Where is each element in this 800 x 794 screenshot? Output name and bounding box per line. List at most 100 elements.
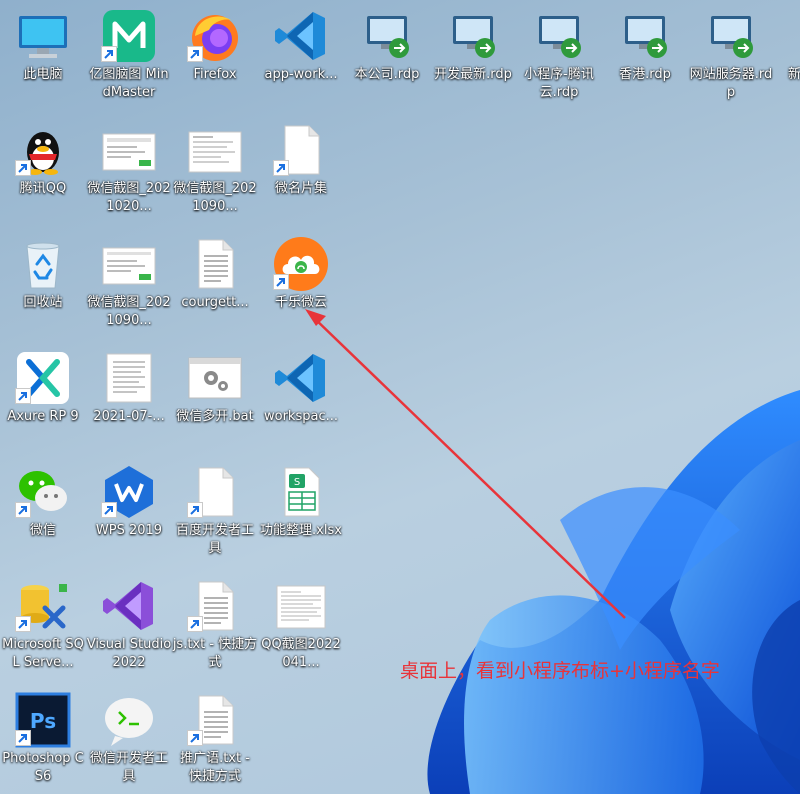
- desktop-icon-qq-screenshot[interactable]: QQ截图2022041...: [258, 572, 344, 680]
- desktop-icon-mindmaster[interactable]: 亿图脑图 MindMaster: [86, 2, 172, 110]
- remote-desktop-icon: [445, 8, 501, 64]
- desktop-icon-label: 推广语.txt - 快捷方式: [180, 751, 250, 784]
- vscode-icon: [273, 350, 329, 406]
- desktop-icon-this-pc[interactable]: 此电脑: [0, 2, 86, 110]
- shortcut-arrow-icon: [15, 616, 31, 632]
- image-thumbnail-icon: [101, 122, 157, 178]
- shortcut-arrow-icon: [187, 730, 203, 746]
- desktop-icon-rdp-dev[interactable]: 开发最新.rdp: [430, 2, 516, 110]
- desktop-icon-label: js.txt - 快捷方式: [172, 637, 258, 670]
- remote-desktop-icon: [617, 8, 673, 64]
- desktop-icon-rdp-web[interactable]: 网站服务器.rdp: [688, 2, 774, 110]
- shortcut-arrow-icon: [101, 502, 117, 518]
- desktop-icon-axure[interactable]: Axure RP 9: [0, 344, 86, 452]
- shortcut-arrow-icon: [187, 46, 203, 62]
- desktop-icon-screenshot-3[interactable]: 微信截图_2021090...: [86, 230, 172, 338]
- desktop-icon-label: 微信开发者工具: [89, 751, 168, 784]
- desktop-icon-label: 微信截图_2021020...: [87, 181, 171, 214]
- desktop-icon-rdp-new[interactable]: 新: [774, 2, 800, 110]
- desktop-icon-label: 微信截图_2021090...: [87, 295, 171, 328]
- desktop-icon-screenshot-2[interactable]: 微信截图_2021090...: [172, 116, 258, 224]
- desktop-icon-wps[interactable]: WPS 2019: [86, 458, 172, 566]
- vscode-icon: [273, 8, 329, 64]
- desktop-icon-label: 新: [788, 67, 800, 82]
- desktop-icon-rdp-tencent[interactable]: 小程序-腾讯云.rdp: [516, 2, 602, 110]
- shortcut-arrow-icon: [187, 616, 203, 632]
- shortcut-arrow-icon: [15, 730, 31, 746]
- desktop-icon-screenshot-1[interactable]: 微信截图_2021020...: [86, 116, 172, 224]
- shortcut-arrow-icon: [15, 388, 31, 404]
- desktop-icon-label: courgett...: [181, 295, 249, 310]
- wechat-devtool-icon: [101, 692, 157, 748]
- desktop-icon-label: 功能整理.xlsx: [260, 523, 342, 538]
- desktop-icon-label: app-work...: [264, 67, 338, 82]
- desktop-icon-courgette[interactable]: courgett...: [172, 230, 258, 338]
- desktop-icon-promo-txt[interactable]: 推广语.txt - 快捷方式: [172, 686, 258, 794]
- desktop-icon-recycle-bin[interactable]: 回收站: [0, 230, 86, 338]
- shortcut-arrow-icon: [273, 274, 289, 290]
- desktop-icon-label: Firefox: [193, 67, 237, 82]
- desktop-icon-weiming[interactable]: 微名片集: [258, 116, 344, 224]
- svg-text:Ps: Ps: [30, 709, 56, 733]
- desktop-icon-qq[interactable]: 腾讯QQ: [0, 116, 86, 224]
- desktop-icon-label: Axure RP 9: [7, 409, 79, 424]
- desktop-icon-label: 小程序-腾讯云.rdp: [524, 67, 594, 100]
- shortcut-arrow-icon: [15, 502, 31, 518]
- desktop-icon-sqlserver[interactable]: Microsoft SQL Serve...: [0, 572, 86, 680]
- desktop-icon-workspace[interactable]: workspac...: [258, 344, 344, 452]
- desktop-icon-wechat-devtool[interactable]: 微信开发者工具: [86, 686, 172, 794]
- desktop-icon-wechat[interactable]: 微信: [0, 458, 86, 566]
- desktop-icon-label: 千乐微云: [274, 295, 327, 310]
- image-thumbnail-icon: [101, 236, 157, 292]
- desktop-icon-label: WPS 2019: [95, 523, 163, 538]
- desktop-icon-label: 微名片集: [274, 181, 327, 196]
- desktop-icon-label: 开发最新.rdp: [434, 67, 512, 82]
- desktop-icon-label: Visual Studio 2022: [86, 637, 172, 670]
- desktop-icon-vscode-app[interactable]: app-work...: [258, 2, 344, 110]
- desktop-icon-func-xlsx[interactable]: S 功能整理.xlsx: [258, 458, 344, 566]
- desktop-icon-wechat-bat[interactable]: 微信多开.bat: [172, 344, 258, 452]
- desktop-icon-label: 腾讯QQ: [19, 181, 67, 196]
- desktop-icon-js-txt[interactable]: js.txt - 快捷方式: [172, 572, 258, 680]
- visual-studio-icon: [101, 578, 157, 634]
- annotation-text: 桌面上，看到小程序布标+小程序名字: [400, 660, 720, 682]
- desktop-icon-label: 微信多开.bat: [176, 409, 254, 424]
- desktop-icon-label: 香港.rdp: [619, 67, 671, 82]
- document-thumbnail-icon: [101, 350, 157, 406]
- shortcut-arrow-icon: [187, 502, 203, 518]
- remote-desktop-icon: [703, 8, 759, 64]
- desktop-icon-rdp-company[interactable]: 本公司.rdp: [344, 2, 430, 110]
- desktop-icon-label: 本公司.rdp: [354, 67, 420, 82]
- desktop-icon-label: 亿图脑图 MindMaster: [89, 67, 169, 100]
- shortcut-arrow-icon: [101, 46, 117, 62]
- desktop-icon-firefox[interactable]: Firefox: [172, 2, 258, 110]
- desktop-icon-doc-2021[interactable]: 2021-07-...: [86, 344, 172, 452]
- shortcut-arrow-icon: [15, 160, 31, 176]
- batch-file-gears-icon: [187, 350, 243, 406]
- image-thumbnail-icon: [187, 122, 243, 178]
- desktop-icon-baidu-devtool[interactable]: 百度开发者工具: [172, 458, 258, 566]
- desktop-icon-label: 此电脑: [23, 67, 63, 82]
- desktop-icon-label: QQ截图2022041...: [261, 637, 341, 670]
- desktop-icon-label: 百度开发者工具: [175, 523, 254, 556]
- desktop-icon-label: 微信截图_2021090...: [173, 181, 257, 214]
- desktop-icon-qianle-miniapp[interactable]: 千乐微云: [258, 230, 344, 338]
- desktop-icon-visual-studio[interactable]: Visual Studio 2022: [86, 572, 172, 680]
- remote-desktop-icon: [531, 8, 587, 64]
- svg-text:S: S: [294, 477, 300, 488]
- desktop-icon-label: workspac...: [264, 409, 338, 424]
- desktop-icon-label: 微信: [29, 523, 56, 538]
- shortcut-arrow-icon: [273, 160, 289, 176]
- desktop-icon-label: Microsoft SQL Serve...: [2, 637, 84, 670]
- recycle-bin-icon: [15, 236, 71, 292]
- desktop-icon-label: Photoshop CS6: [2, 751, 84, 784]
- desktop-icon-label: 网站服务器.rdp: [689, 67, 773, 100]
- remote-desktop-icon: [359, 8, 415, 64]
- text-file-icon: [187, 236, 243, 292]
- monitor-icon: [15, 8, 71, 64]
- image-thumbnail-icon: [273, 578, 329, 634]
- spreadsheet-file-icon: S: [273, 464, 329, 520]
- desktop-icon-photoshop[interactable]: Ps Photoshop CS6: [0, 686, 86, 794]
- desktop-icon-label: 回收站: [23, 295, 63, 310]
- desktop-icon-rdp-hk[interactable]: 香港.rdp: [602, 2, 688, 110]
